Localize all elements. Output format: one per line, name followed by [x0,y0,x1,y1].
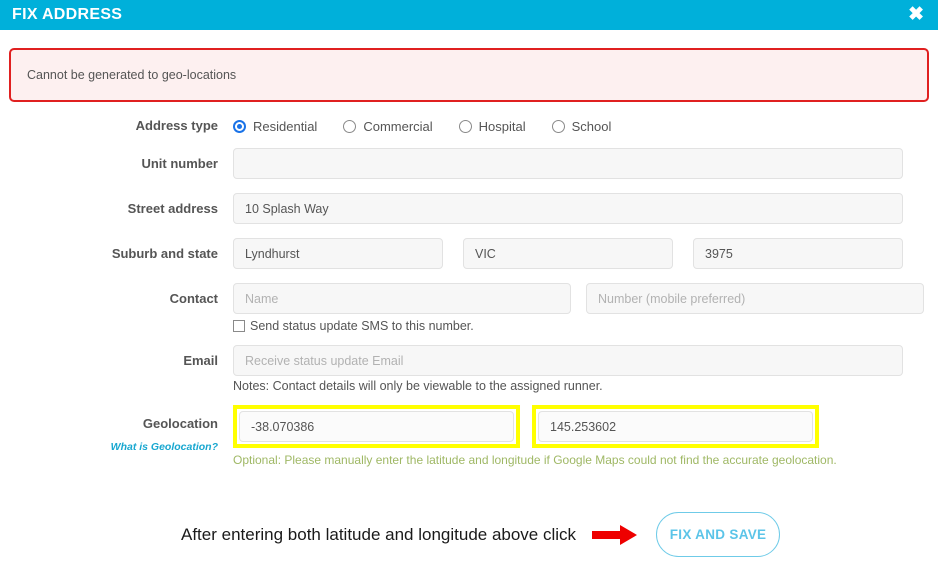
radio-icon-hospital[interactable] [458,120,472,133]
radio-label-residential: Residential [253,119,318,134]
radio-label-commercial: Commercial [363,119,433,134]
unit-number-input[interactable] [233,148,903,179]
radio-label-school: School [571,119,612,134]
form-row-unit-number: Unit number [0,148,938,179]
sms-checkbox-label: Send status update SMS to this number. [250,319,474,333]
email-label: Email [183,353,218,368]
suburb-state-label: Suburb and state [111,246,218,261]
close-icon[interactable]: ✖ [908,5,924,26]
right-arrow-icon [592,523,638,547]
fix-address-form: Address type Residential Commercial Hosp… [0,110,938,467]
fix-and-save-button[interactable]: FIX AND SAVE [656,512,781,557]
radio-label-hospital: Hospital [478,119,526,134]
latitude-highlight [233,405,520,448]
form-row-suburb-state: Suburb and state [0,238,938,269]
geolocation-optional-note: Optional: Please manually enter the lati… [233,453,837,467]
contact-privacy-note: Notes: Contact details will only be view… [233,379,603,393]
page-title: FIX ADDRESS [12,5,123,23]
radio-option-commercial[interactable]: Commercial [343,119,433,134]
suburb-input[interactable] [233,238,443,269]
error-alert: Cannot be generated to geo-locations [9,48,929,102]
longitude-highlight [532,405,819,448]
sms-checkbox-row[interactable]: Send status update SMS to this number. [233,319,938,333]
radio-option-residential[interactable]: Residential [233,119,317,134]
form-row-geolocation: Geolocation What is Geolocation? Optiona… [0,405,938,467]
radio-option-hospital[interactable]: Hospital [458,119,526,134]
radio-option-school[interactable]: School [551,119,612,134]
field-spacer [520,405,532,448]
contact-name-input[interactable] [233,283,571,314]
radio-icon-residential[interactable] [233,120,246,133]
dialog-titlebar: FIX ADDRESS ✖ [0,0,938,30]
unit-number-label: Unit number [141,156,218,171]
longitude-input[interactable] [538,411,813,442]
form-row-email: Email Notes: Contact details will only b… [0,345,938,393]
what-is-geolocation-link[interactable]: What is Geolocation? [0,441,233,453]
postcode-input[interactable] [693,238,903,269]
contact-number-input[interactable] [586,283,924,314]
field-spacer [443,238,463,269]
error-alert-message: Cannot be generated to geo-locations [27,68,237,82]
form-row-contact: Contact Send status update SMS to this n… [0,283,938,333]
cta-instruction-text: After entering both latitude and longitu… [181,525,577,544]
radio-icon-school[interactable] [551,120,565,133]
field-spacer [571,283,586,314]
latitude-input[interactable] [239,411,514,442]
checkbox-icon-sms[interactable] [233,320,245,332]
cta-row: After entering both latitude and longitu… [0,512,938,557]
field-spacer [673,238,693,269]
state-input[interactable] [463,238,673,269]
form-row-street-address: Street address [0,193,938,224]
street-address-label: Street address [127,201,218,216]
geolocation-label: Geolocation [142,416,218,431]
address-type-label: Address type [135,118,218,133]
address-type-radio-group: Residential Commercial Hospital School [233,110,637,142]
radio-icon-commercial[interactable] [343,120,357,133]
contact-label: Contact [169,291,218,306]
street-address-input[interactable] [233,193,903,224]
form-row-address-type: Address type Residential Commercial Hosp… [0,110,938,142]
email-input[interactable] [233,345,903,376]
